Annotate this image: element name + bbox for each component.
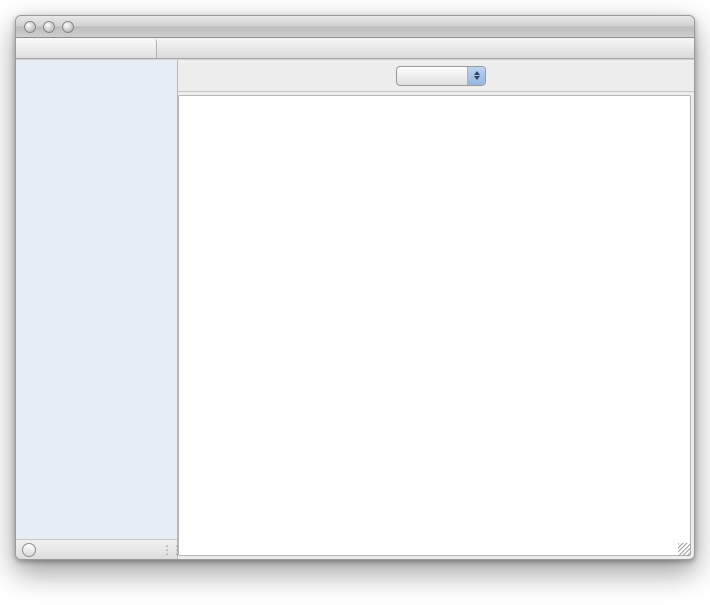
chevron-updown-icon (467, 67, 485, 85)
template-combobox[interactable] (396, 66, 486, 86)
close-icon[interactable] (24, 21, 36, 33)
tree (16, 60, 177, 539)
resize-corner-icon[interactable] (678, 543, 691, 556)
zoom-icon[interactable] (62, 21, 74, 33)
titlebar (16, 16, 694, 38)
sidebar: ⋮⋮ (16, 60, 178, 559)
traffic-lights (16, 21, 74, 33)
template-editor[interactable] (178, 95, 691, 556)
sidebar-footer: ⋮⋮ (16, 539, 177, 559)
tabbar (16, 38, 694, 59)
tab-sun[interactable] (16, 39, 157, 58)
help-button[interactable] (22, 543, 36, 557)
main-panel (178, 60, 694, 559)
template-toolbar (178, 60, 694, 92)
app-window: ⋮⋮ (15, 15, 695, 560)
minimize-icon[interactable] (43, 21, 55, 33)
resize-grip-icon[interactable]: ⋮⋮ (161, 543, 171, 557)
content-area: ⋮⋮ (16, 59, 694, 559)
